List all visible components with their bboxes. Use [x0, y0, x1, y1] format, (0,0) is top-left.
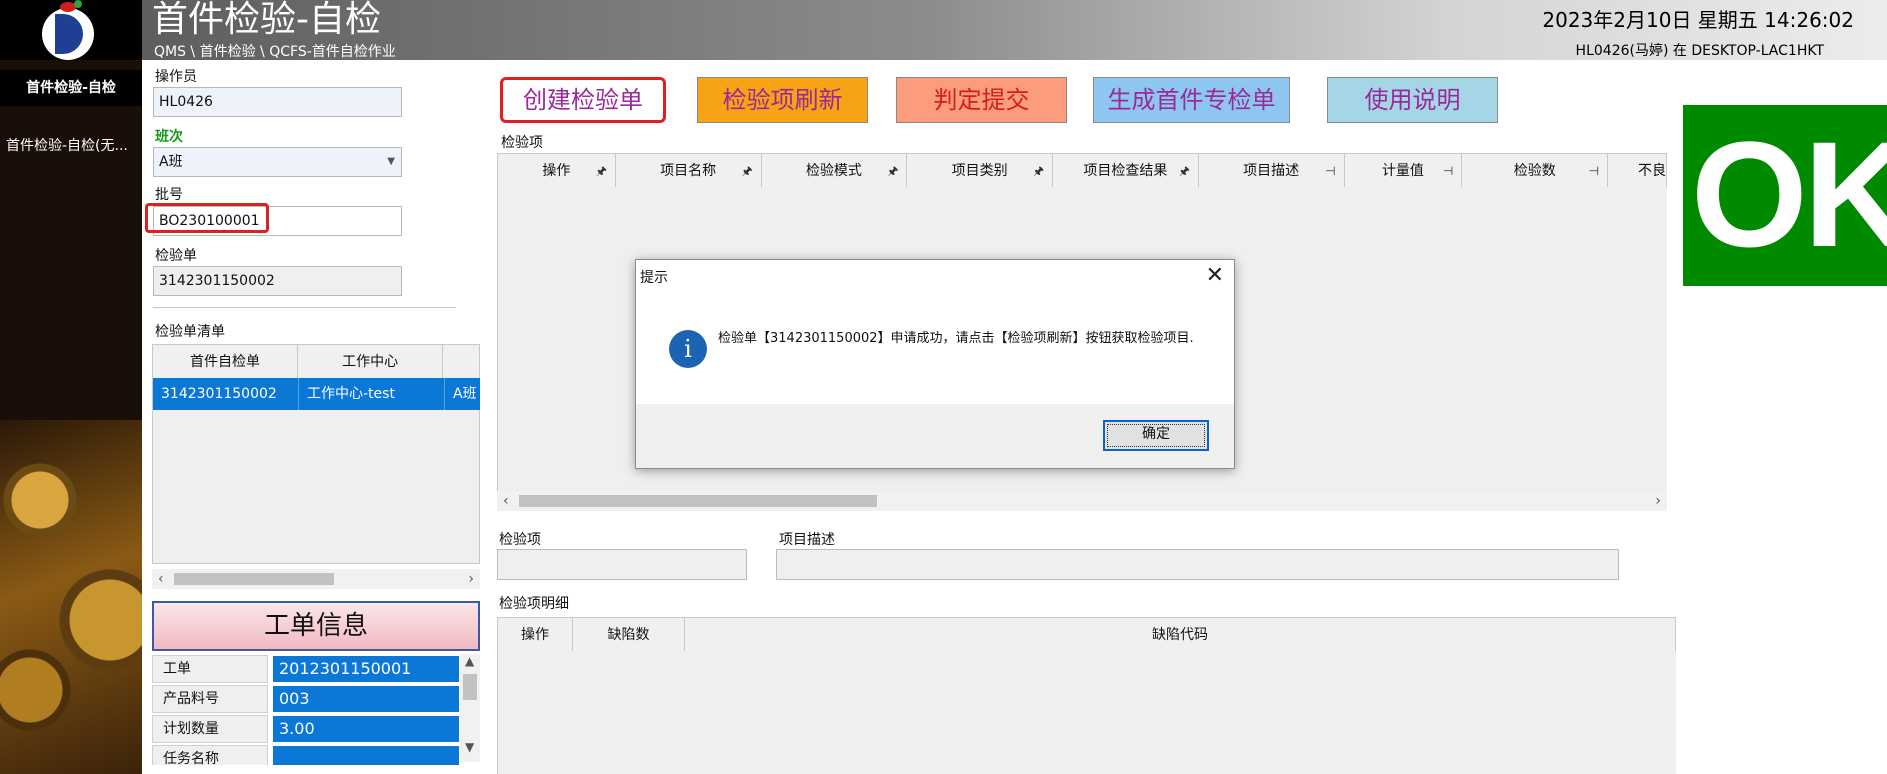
- column-header[interactable]: 项目类别 🖈: [907, 154, 1054, 187]
- work-order-row: 任务名称: [152, 745, 460, 765]
- app-logo: [0, 0, 142, 60]
- generate-special-inspection-button[interactable]: 生成首件专检单: [1093, 77, 1290, 123]
- gears-decoration: [0, 420, 142, 774]
- scroll-right-icon[interactable]: ›: [1655, 491, 1661, 511]
- inspection-items-title: 检验项: [501, 135, 543, 151]
- info-icon: i: [669, 330, 707, 368]
- pin-icon[interactable]: 🖈: [596, 154, 607, 187]
- work-order-title: 工单信息: [152, 601, 480, 651]
- scroll-thumb[interactable]: [463, 674, 477, 700]
- shift-value: A班: [159, 154, 183, 170]
- left-navigation: 首件检验-自检 首件检验-自检(无...: [0, 0, 142, 774]
- column-header[interactable]: 操作 🖈: [498, 154, 616, 187]
- result-ok-panel: OK: [1683, 105, 1887, 286]
- work-order-key: 任务名称: [152, 745, 268, 765]
- operator-label: 操作员: [155, 69, 197, 85]
- items-horizontal-scrollbar[interactable]: ‹ ›: [497, 491, 1667, 511]
- work-order-value[interactable]: 3.00: [272, 715, 460, 743]
- inspection-label: 检验单: [155, 248, 197, 264]
- inspection-list-title: 检验单清单: [155, 324, 225, 340]
- detail-title: 检验项明细: [499, 596, 569, 612]
- pin-icon[interactable]: ⊣: [1589, 154, 1599, 187]
- scroll-left-icon[interactable]: ‹: [503, 491, 509, 511]
- help-button[interactable]: 使用说明: [1327, 77, 1498, 123]
- pin-icon[interactable]: ⊣: [1325, 154, 1335, 187]
- table-cell: 工作中心-test: [299, 378, 445, 410]
- scroll-right-icon[interactable]: ›: [468, 569, 474, 589]
- inspection-list-header: 首件自检单 工作中心: [152, 344, 480, 379]
- column-header[interactable]: 工作中心: [298, 345, 444, 378]
- column-header[interactable]: 不良: [1608, 154, 1666, 187]
- inspection-items-header: 操作 🖈 项目名称 🖈 检验模式 🖈 项目类别 🖈 项目检查结果 🖈 项目描述 ⊣ 计量值 ⊣…: [497, 153, 1667, 188]
- pin-icon[interactable]: 🖈: [1033, 154, 1044, 187]
- dialog-ok-button[interactable]: 确定: [1103, 420, 1209, 451]
- work-order-row: 工单 2012301150001: [152, 655, 460, 685]
- user-host: HL0426(马婷) 在 DESKTOP-LAC1HKT: [1575, 43, 1824, 59]
- work-order-key: 工单: [152, 655, 268, 683]
- column-header[interactable]: 缺陷数: [573, 618, 685, 651]
- page-header: 首件检验-自检 QMS \ 首件检验 \ QCFS-首件自检作业 2023年2月…: [142, 0, 1887, 60]
- page-title: 首件检验-自检: [152, 0, 381, 40]
- pin-icon[interactable]: 🖈: [887, 154, 898, 187]
- nav-item-first-article-self-check-alt[interactable]: 首件检验-自检(无...: [0, 128, 142, 164]
- work-order-key: 计划数量: [152, 715, 268, 743]
- detail-body: [497, 651, 1676, 774]
- column-header[interactable]: 项目名称 🖈: [616, 154, 762, 187]
- column-header[interactable]: 检验模式 🖈: [762, 154, 908, 187]
- inspection-field[interactable]: 3142301150002: [153, 266, 402, 296]
- dialog-content: 提示 ✕ i 检验单【3142301150002】申请成功，请点击【检验项刷新】…: [636, 260, 1234, 404]
- scroll-left-icon[interactable]: ‹: [158, 569, 164, 589]
- work-order-value[interactable]: 2012301150001: [272, 655, 460, 683]
- create-inspection-button[interactable]: 创建检验单: [500, 77, 666, 123]
- dialog-title: 提示: [640, 270, 668, 286]
- item-label: 检验项: [499, 532, 541, 548]
- column-header[interactable]: 首件自检单: [153, 345, 299, 378]
- scroll-up-icon[interactable]: ▲: [465, 654, 474, 668]
- work-order-vertical-scrollbar[interactable]: ▲ ▼: [460, 654, 480, 762]
- info-dialog: 提示 ✕ i 检验单【3142301150002】申请成功，请点击【检验项刷新】…: [635, 259, 1235, 469]
- column-header[interactable]: 计量值 ⊣: [1345, 154, 1463, 187]
- shift-select[interactable]: A班 ▼: [153, 147, 402, 177]
- inspection-list-body: 3142301150002 工作中心-test A班: [152, 378, 480, 564]
- work-order-value[interactable]: [272, 745, 460, 765]
- dialog-message: 检验单【3142301150002】申请成功，请点击【检验项刷新】按钮获取检验项…: [718, 331, 1194, 346]
- submit-judgment-button[interactable]: 判定提交: [896, 77, 1067, 123]
- column-header[interactable]: 项目检查结果 🖈: [1053, 154, 1199, 187]
- scroll-down-icon[interactable]: ▼: [465, 740, 474, 754]
- refresh-items-button[interactable]: 检验项刷新: [697, 77, 868, 123]
- work-order-key: 产品料号: [152, 685, 268, 713]
- item-description-field[interactable]: [776, 549, 1619, 580]
- work-order-value[interactable]: 003: [272, 685, 460, 713]
- column-header[interactable]: 缺陷代码: [685, 618, 1675, 651]
- batch-label: 批号: [155, 187, 183, 203]
- table-row[interactable]: 3142301150002 工作中心-test A班: [153, 378, 480, 410]
- datetime: 2023年2月10日 星期五 14:26:02: [1542, 8, 1854, 32]
- shift-label: 班次: [155, 129, 183, 145]
- column-header[interactable]: 操作: [498, 618, 573, 651]
- close-icon[interactable]: ✕: [1206, 262, 1224, 290]
- column-header[interactable]: [443, 345, 479, 378]
- dropdown-arrow-icon[interactable]: ▼: [387, 148, 395, 176]
- batch-highlight-box: [145, 203, 269, 233]
- scroll-thumb[interactable]: [519, 495, 877, 507]
- pin-icon[interactable]: 🖈: [741, 154, 752, 187]
- item-field[interactable]: [497, 549, 747, 580]
- divider: [153, 307, 456, 308]
- breadcrumb: QMS \ 首件检验 \ QCFS-首件自检作业: [154, 44, 396, 60]
- list-horizontal-scrollbar[interactable]: ‹ ›: [152, 569, 480, 589]
- nav-item-first-article-self-check[interactable]: 首件检验-自检: [0, 70, 142, 106]
- scroll-thumb[interactable]: [174, 573, 334, 585]
- ok-text: OK: [1691, 110, 1887, 278]
- table-cell: A班: [453, 386, 477, 402]
- pin-icon[interactable]: 🖈: [1179, 154, 1190, 187]
- detail-header: 操作 缺陷数 缺陷代码: [497, 617, 1676, 652]
- column-header[interactable]: 项目描述 ⊣: [1199, 154, 1345, 187]
- column-header[interactable]: 检验数 ⊣: [1462, 154, 1609, 187]
- table-cell: 3142301150002: [153, 378, 299, 410]
- pin-icon[interactable]: ⊣: [1443, 154, 1453, 187]
- item-description-label: 项目描述: [779, 532, 835, 548]
- operator-field[interactable]: HL0426: [153, 87, 402, 117]
- work-order-row: 产品料号 003: [152, 685, 460, 715]
- work-order-row: 计划数量 3.00: [152, 715, 460, 745]
